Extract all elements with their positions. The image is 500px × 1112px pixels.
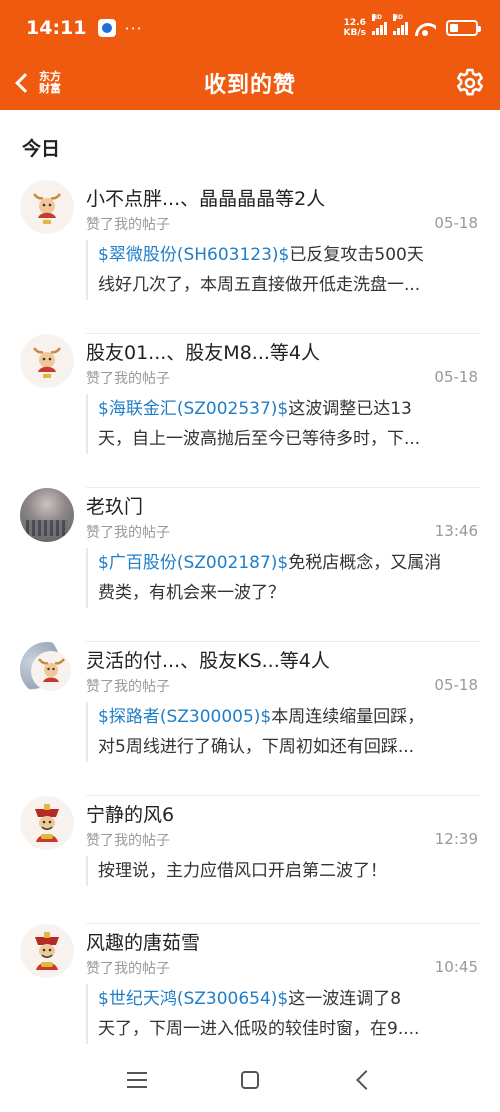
stock-link[interactable]: $探路者(SZ300005)$ [98, 707, 271, 727]
like-time: 12:39 [434, 830, 478, 848]
brand-logo: 东方 财富 [39, 70, 61, 95]
avatar-fortune-god-icon[interactable] [20, 924, 74, 978]
back-arrow-icon [356, 1070, 377, 1090]
like-time: 05-18 [434, 214, 478, 232]
list-item[interactable]: 宁静的风6 赞了我的帖子 12:39 按理说，主力应借风口开启第二波了！ [0, 796, 500, 924]
post-text-line2: 对5周线进行了确认，下周初如还有回踩... [98, 737, 415, 757]
gear-icon [457, 68, 483, 96]
post-text-line1: 免税店概念，又属消 [288, 553, 442, 573]
post-quote[interactable]: $探路者(SZ300005)$本周连续缩量回踩， 对5周线进行了确认，下周初如还… [86, 702, 480, 762]
liker-names: 宁静的风6 [86, 804, 175, 826]
post-text-line1: 按理说，主力应借风口开启第二波了！ [98, 861, 387, 881]
avatar-photo[interactable] [20, 488, 74, 542]
signal-icon: HD [372, 14, 387, 35]
wifi-icon [414, 20, 436, 36]
list-item[interactable]: 灵活的付...、股友KS...等4人 赞了我的帖子 05-18 $探路者(SZ3… [0, 642, 500, 796]
avatar-mascot-icon[interactable] [20, 334, 74, 388]
status-time: 14:11 [26, 17, 87, 39]
status-more-icon: ··· [124, 18, 143, 38]
nav-bar: 东方 财富 收到的赞 [0, 56, 500, 110]
stock-link[interactable]: $海联金汇(SZ002537)$ [98, 399, 288, 419]
stock-link[interactable]: $广百股份(SZ002187)$ [98, 553, 288, 573]
system-nav-bar [0, 1048, 500, 1112]
notification-app-icon [98, 19, 117, 37]
post-text-line1: 这波调整已达13 [288, 399, 412, 419]
liker-names: 老玖门 [86, 496, 144, 518]
like-time: 10:45 [434, 958, 478, 976]
post-text-line1: 本周连续缩量回踩， [271, 707, 425, 727]
avatar-fortune-god-icon[interactable] [20, 796, 74, 850]
section-header-today: 今日 [22, 138, 61, 160]
menu-icon [126, 1072, 147, 1088]
like-time: 05-18 [434, 368, 478, 386]
network-speed: 12.6 KB/s [344, 18, 366, 38]
list-item[interactable]: 小不点胖...、晶晶晶晶等2人 赞了我的帖子 05-18 $翠微股份(SH603… [0, 180, 500, 334]
signal-icon-2: HD [393, 14, 408, 35]
page-title: 收到的赞 [203, 73, 296, 98]
like-description: 赞了我的帖子 [86, 371, 170, 387]
post-text-line2: 费类，有机会来一波了？ [98, 583, 285, 603]
avatar-stack-icon[interactable] [20, 642, 74, 696]
post-text-line1: 这一波连调了8 [288, 989, 402, 1009]
like-description: 赞了我的帖子 [86, 961, 170, 977]
post-quote[interactable]: $广百股份(SZ002187)$免税店概念，又属消 费类，有机会来一波了？ [86, 548, 480, 608]
chevron-left-icon [15, 73, 35, 93]
stock-link[interactable]: $世纪天鸿(SZ300654)$ [98, 989, 288, 1009]
settings-button[interactable] [454, 67, 486, 99]
like-time: 05-18 [434, 676, 478, 694]
battery-icon [446, 20, 481, 36]
status-bar: 14:11 ··· 12.6 KB/s HD HD [0, 0, 500, 56]
liker-names: 风趣的唐茹雪 [86, 932, 201, 954]
back-button[interactable]: 东方 财富 [10, 64, 64, 102]
avatar-mascot-icon[interactable] [20, 180, 74, 234]
home-icon [240, 1071, 259, 1089]
like-description: 赞了我的帖子 [86, 217, 170, 233]
post-quote[interactable]: $世纪天鸿(SZ300654)$这一波连调了8 天了，下周一进入低吸的较佳时窗，… [86, 984, 480, 1044]
liker-names: 灵活的付...、股友KS...等4人 [86, 650, 330, 672]
post-text-line2: 天，自上一波高抛后至今已等待多时，下... [98, 429, 421, 449]
home-button[interactable] [230, 1060, 270, 1100]
liker-names: 股友01...、股友M8...等4人 [86, 342, 320, 364]
recent-apps-button[interactable] [117, 1060, 157, 1100]
network-speed-value: 12.6 [343, 18, 366, 28]
network-speed-unit: KB/s [343, 28, 366, 38]
list-item[interactable]: 风趣的唐茹雪 赞了我的帖子 10:45 $世纪天鸿(SZ300654)$这一波连… [0, 924, 500, 1048]
post-quote[interactable]: $海联金汇(SZ002537)$这波调整已达13 天，自上一波高抛后至今已等待多… [86, 394, 480, 454]
stock-link[interactable]: $翠微股份(SH603123)$ [98, 245, 289, 265]
like-description: 赞了我的帖子 [86, 525, 170, 541]
likes-list[interactable]: 今日 小不点胖...、晶晶晶晶等2人 赞了我的帖子 05-18 $翠微股份(SH… [0, 110, 500, 1048]
system-back-button[interactable] [343, 1060, 383, 1100]
liker-names: 小不点胖...、晶晶晶晶等2人 [86, 188, 326, 210]
post-quote[interactable]: $翠微股份(SH603123)$已反复攻击500天 线好几次了，本周五直接做开低… [86, 240, 480, 300]
post-quote[interactable]: 按理说，主力应借风口开启第二波了！ [86, 856, 480, 886]
like-description: 赞了我的帖子 [86, 679, 170, 695]
like-time: 13:46 [434, 522, 478, 540]
battery-level [450, 24, 458, 32]
post-text-line2: 线好几次了，本周五直接做开低走洗盘一... [98, 275, 421, 295]
post-text-line1: 已反复攻击500天 [289, 245, 424, 265]
like-description: 赞了我的帖子 [86, 833, 170, 849]
list-item[interactable]: 老玖门 赞了我的帖子 13:46 $广百股份(SZ002187)$免税店概念，又… [0, 488, 500, 642]
post-text-line2: 天了，下周一进入低吸的较佳时窗，在9.... [98, 1019, 420, 1039]
list-item[interactable]: 股友01...、股友M8...等4人 赞了我的帖子 05-18 $海联金汇(SZ… [0, 334, 500, 488]
